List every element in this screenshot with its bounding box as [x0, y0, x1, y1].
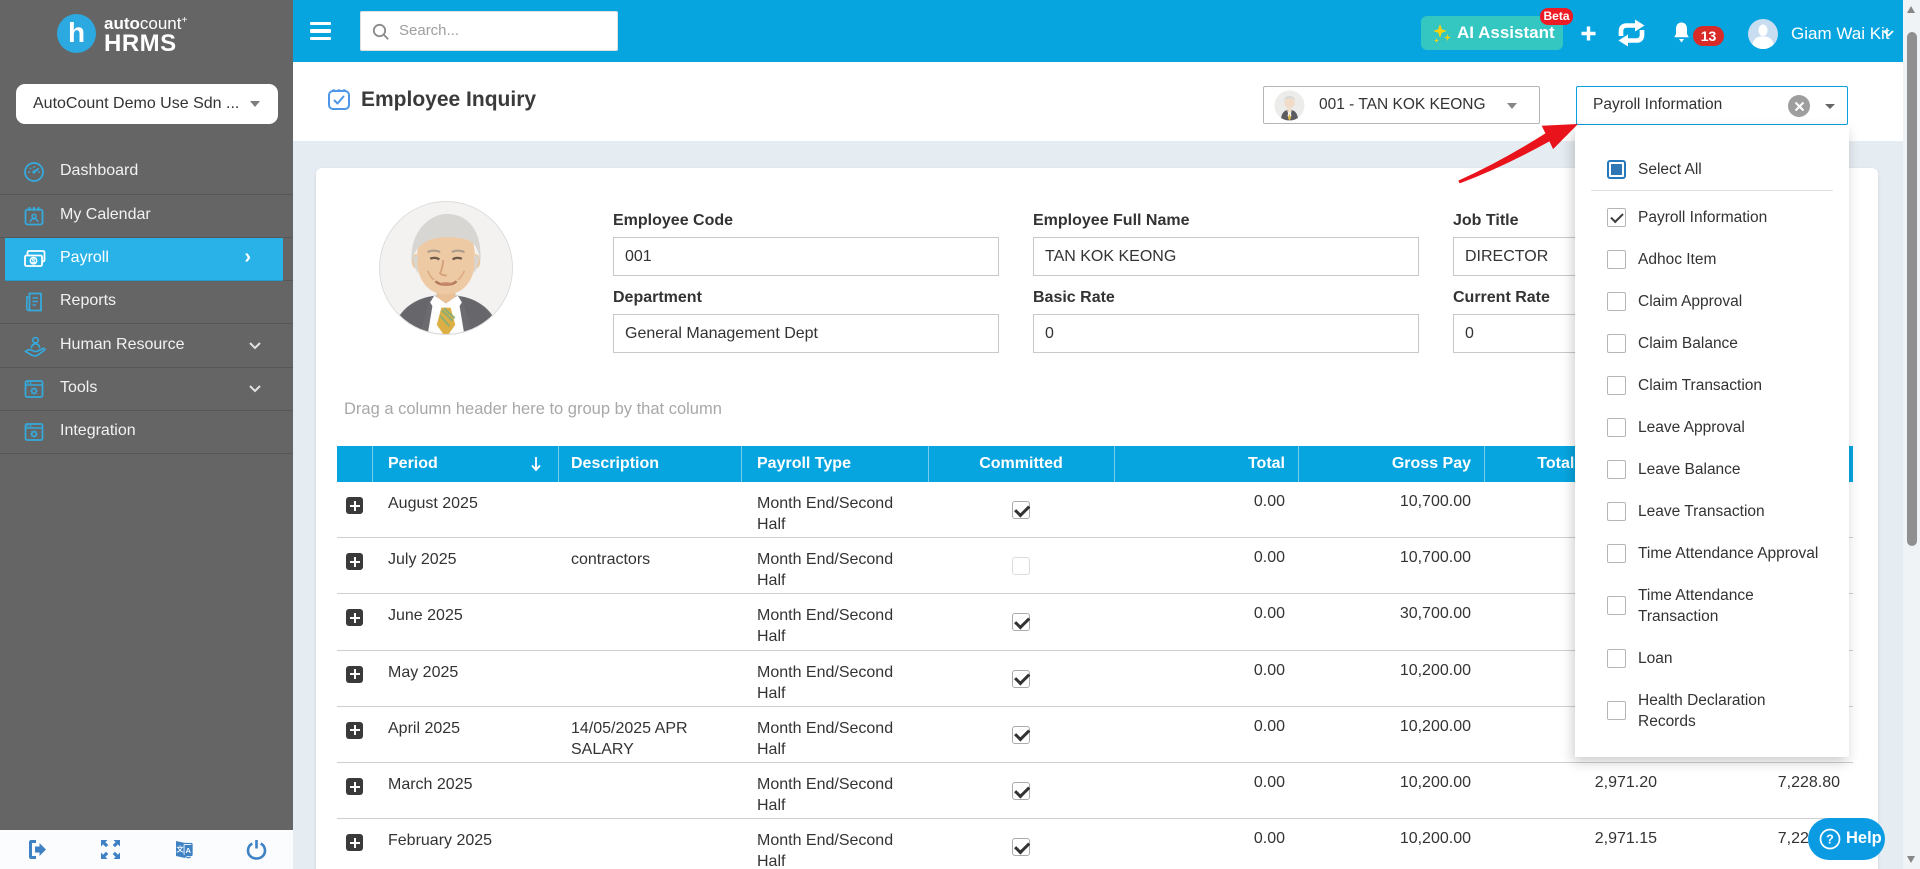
svg-text:文: 文 [177, 845, 185, 854]
svg-text:$: $ [32, 258, 36, 265]
svg-text:?: ? [1826, 833, 1834, 847]
svg-text:A: A [185, 846, 191, 855]
